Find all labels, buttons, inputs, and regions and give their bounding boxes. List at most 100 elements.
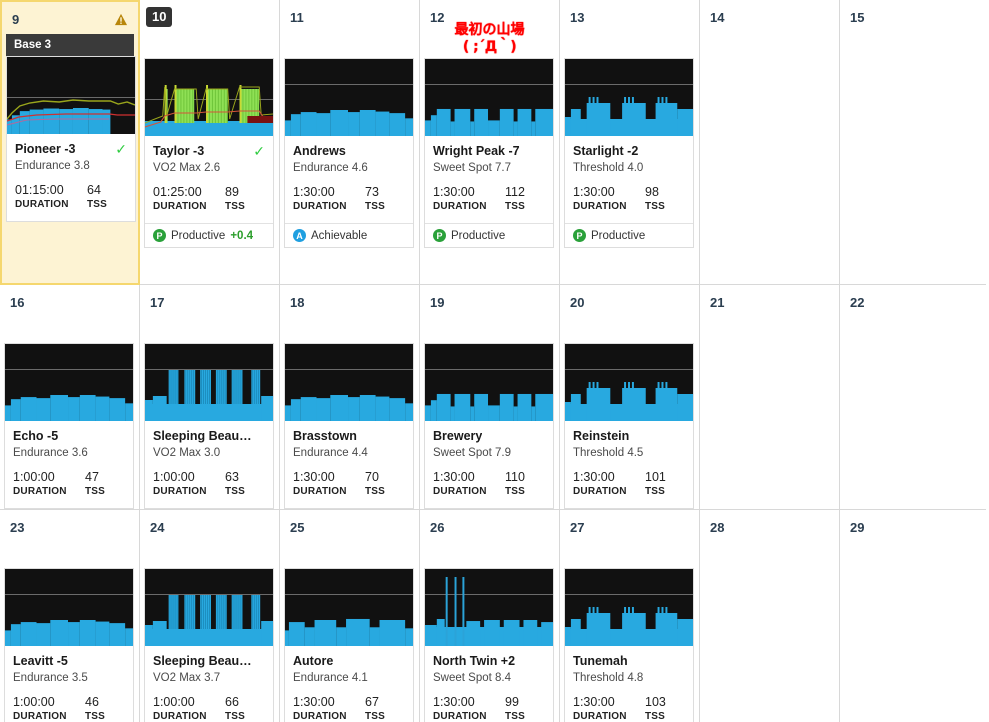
day-cell-23[interactable]: 23 Leavitt -5 Endurance 3.5 1:00:00 DURATION… xyxy=(0,510,140,722)
workout-card[interactable]: Starlight -2 Threshold 4.0 1:30:00 DURATION… xyxy=(564,58,694,248)
workout-card[interactable]: Brewery Sweet Spot 7.9 1:30:00 DURATION 110 T… xyxy=(424,343,554,509)
workout-stats: 1:00:00 DURATION 47 TSS xyxy=(13,470,125,498)
workout-card[interactable]: Reinstein Threshold 4.5 1:30:00 DURATION 101… xyxy=(564,343,694,509)
duration-value: 1:30:00 xyxy=(293,470,335,484)
workout-graph[interactable] xyxy=(425,59,553,136)
workout-graph[interactable] xyxy=(145,569,273,646)
workout-card[interactable]: Sleeping Beaut... VO2 Max 3.0 1:00:00 DURAT… xyxy=(144,343,274,509)
progression-label: Productive xyxy=(451,229,506,242)
workout-graph[interactable] xyxy=(425,344,553,421)
workout-graph[interactable] xyxy=(145,344,273,421)
day-header-27: 27 xyxy=(560,510,699,538)
workout-card[interactable]: Tunemah Threshold 4.8 1:30:00 DURATION 103 TS… xyxy=(564,568,694,722)
tss-value: 112 xyxy=(505,185,525,199)
workout-graph[interactable] xyxy=(565,569,693,646)
duration-stat: 1:00:00 DURATION xyxy=(153,470,225,498)
workout-title-row: Brewery xyxy=(433,429,545,444)
tss-label: TSS xyxy=(225,486,246,497)
workout-title-row: Tunemah xyxy=(573,654,685,669)
day-cell-19[interactable]: 19 Brewery Sweet Spot 7.9 1:30:00 DURATION 11… xyxy=(420,285,560,510)
day-cell-26[interactable]: 26 North Twin +2 Sweet Spot 8.4 1:30:00 DURA… xyxy=(420,510,560,722)
tss-value: 70 xyxy=(365,470,379,484)
workout-stats: 1:30:00 DURATION 98 TSS xyxy=(573,185,685,213)
tss-label: TSS xyxy=(85,711,106,722)
tss-value: 46 xyxy=(85,695,99,709)
day-cell-22[interactable]: 22 xyxy=(840,285,986,510)
workout-graph[interactable] xyxy=(285,344,413,421)
duration-stat: 1:30:00 DURATION xyxy=(573,470,645,498)
day-cell-28[interactable]: 28 xyxy=(700,510,840,722)
tss-value: 98 xyxy=(645,185,659,199)
day-cell-27[interactable]: 27 Tunemah Threshold 4.8 1:30:00 DURATION 103… xyxy=(560,510,700,722)
workout-profile-graph xyxy=(565,569,693,646)
tss-value: 64 xyxy=(87,183,101,197)
progression-level-footer[interactable]: P Productive xyxy=(565,223,693,247)
progression-badge-icon: P xyxy=(153,229,166,242)
day-cell-21[interactable]: 21 xyxy=(700,285,840,510)
workout-card[interactable]: Autore Endurance 4.1 1:30:00 DURATION 67 TSS xyxy=(284,568,414,722)
progression-level-footer[interactable]: P Productive xyxy=(425,223,553,247)
day-cell-13[interactable]: 13 Starlight -2 Threshold 4.0 1:30:00 DURATI… xyxy=(560,0,700,285)
day-cell-16[interactable]: 16 Echo -5 Endurance 3.6 1:00:00 DURATION 47 T… xyxy=(0,285,140,510)
warning-triangle-icon[interactable] xyxy=(114,13,128,26)
workout-card[interactable]: Leavitt -5 Endurance 3.5 1:00:00 DURATION 46… xyxy=(4,568,134,722)
progression-badge-icon: P xyxy=(433,229,446,242)
day-cell-24[interactable]: 24 Sleeping Beaut... VO2 Max 3.7 1:00:00 DUR… xyxy=(140,510,280,722)
day-header-14: 14 xyxy=(700,0,839,28)
header-spacer xyxy=(0,538,139,568)
workout-card[interactable]: Sleeping Beaut... VO2 Max 3.7 1:00:00 DURAT… xyxy=(144,568,274,722)
workout-graph[interactable] xyxy=(5,569,133,646)
day-cell-12[interactable]: 12 最初の山場( ;´Д｀) Wright Peak -7 Sweet Spot 7… xyxy=(420,0,560,285)
day-cell-14[interactable]: 14 xyxy=(700,0,840,285)
duration-stat: 1:30:00 DURATION xyxy=(573,695,645,722)
tss-label: TSS xyxy=(505,201,526,212)
day-cell-9[interactable]: 9 Base 3 Pioneer -3 ✓ Endurance 3.8 01:15:00… xyxy=(0,0,140,285)
workout-type-level: Endurance 3.5 xyxy=(13,672,88,684)
duration-label: DURATION xyxy=(433,201,487,212)
day-cell-20[interactable]: 20 Reinstein Threshold 4.5 1:30:00 DURATION 1… xyxy=(560,285,700,510)
workout-card[interactable]: Echo -5 Endurance 3.6 1:00:00 DURATION 47 TSS xyxy=(4,343,134,509)
workout-card[interactable]: Brasstown Endurance 4.4 1:30:00 DURATION 70 T… xyxy=(284,343,414,509)
day-cell-11[interactable]: 11 Andrews Endurance 4.6 1:30:00 DURATION 73 T… xyxy=(280,0,420,285)
day-cell-18[interactable]: 18 Brasstown Endurance 4.4 1:30:00 DURATION 7… xyxy=(280,285,420,510)
workout-card[interactable]: North Twin +2 Sweet Spot 8.4 1:30:00 DURATI… xyxy=(424,568,554,722)
workout-graph[interactable] xyxy=(425,569,553,646)
workout-title: Brewery xyxy=(433,429,483,443)
progression-level-footer[interactable]: P Productive +0.4 xyxy=(145,223,273,247)
workout-card[interactable]: Pioneer -3 ✓ Endurance 3.8 01:15:00 DURATION… xyxy=(6,56,136,222)
tss-value: 67 xyxy=(365,695,379,709)
workout-graph[interactable] xyxy=(565,59,693,136)
workout-graph[interactable] xyxy=(7,57,135,134)
workout-stats: 1:30:00 DURATION 101 TSS xyxy=(573,470,685,498)
workout-graph[interactable] xyxy=(5,344,133,421)
warning-icon-wrap[interactable] xyxy=(114,13,128,26)
tss-stat: 101 TSS xyxy=(645,470,666,498)
workout-graph[interactable] xyxy=(565,344,693,421)
training-phase-label[interactable]: Base 3 xyxy=(6,34,134,56)
workout-card[interactable]: Andrews Endurance 4.6 1:30:00 DURATION 73 TSS… xyxy=(284,58,414,248)
day-header-12: 12 xyxy=(420,0,559,28)
workout-card[interactable]: Wright Peak -7 Sweet Spot 7.7 1:30:00 DURAT… xyxy=(424,58,554,248)
day-header-28: 28 xyxy=(700,510,839,538)
day-number: 16 xyxy=(10,294,25,310)
day-cell-15[interactable]: 15 xyxy=(840,0,986,285)
workout-title: Echo -5 xyxy=(13,429,59,443)
day-header-10: 10 xyxy=(140,0,279,28)
workout-graph[interactable] xyxy=(285,569,413,646)
day-header-21: 21 xyxy=(700,285,839,313)
tss-label: TSS xyxy=(225,201,246,212)
workout-body: North Twin +2 Sweet Spot 8.4 1:30:00 DURATI… xyxy=(425,646,553,722)
day-cell-25[interactable]: 25 Autore Endurance 4.1 1:30:00 DURATION 67 TS… xyxy=(280,510,420,722)
day-cell-17[interactable]: 17 Sleeping Beaut... VO2 Max 3.0 1:00:00 DUR… xyxy=(140,285,280,510)
workout-card[interactable]: Taylor -3 ✓ VO2 Max 2.6 01:25:00 DURATION 89 T… xyxy=(144,58,274,248)
day-cell-10[interactable]: 10 Taylor -3 ✓ VO2 Max 2.6 01:25:00 DURATION 8… xyxy=(140,0,280,285)
day-header-29: 29 xyxy=(840,510,986,538)
workout-body: Sleeping Beaut... VO2 Max 3.0 1:00:00 DURAT… xyxy=(145,421,273,508)
workout-graph[interactable] xyxy=(285,59,413,136)
progression-level-footer[interactable]: A Achievable xyxy=(285,223,413,247)
duration-label: DURATION xyxy=(433,486,487,497)
day-cell-29[interactable]: 29 xyxy=(840,510,986,722)
day-number: 18 xyxy=(290,294,305,310)
day-number: 12 xyxy=(430,9,445,25)
workout-graph[interactable] xyxy=(145,59,273,136)
